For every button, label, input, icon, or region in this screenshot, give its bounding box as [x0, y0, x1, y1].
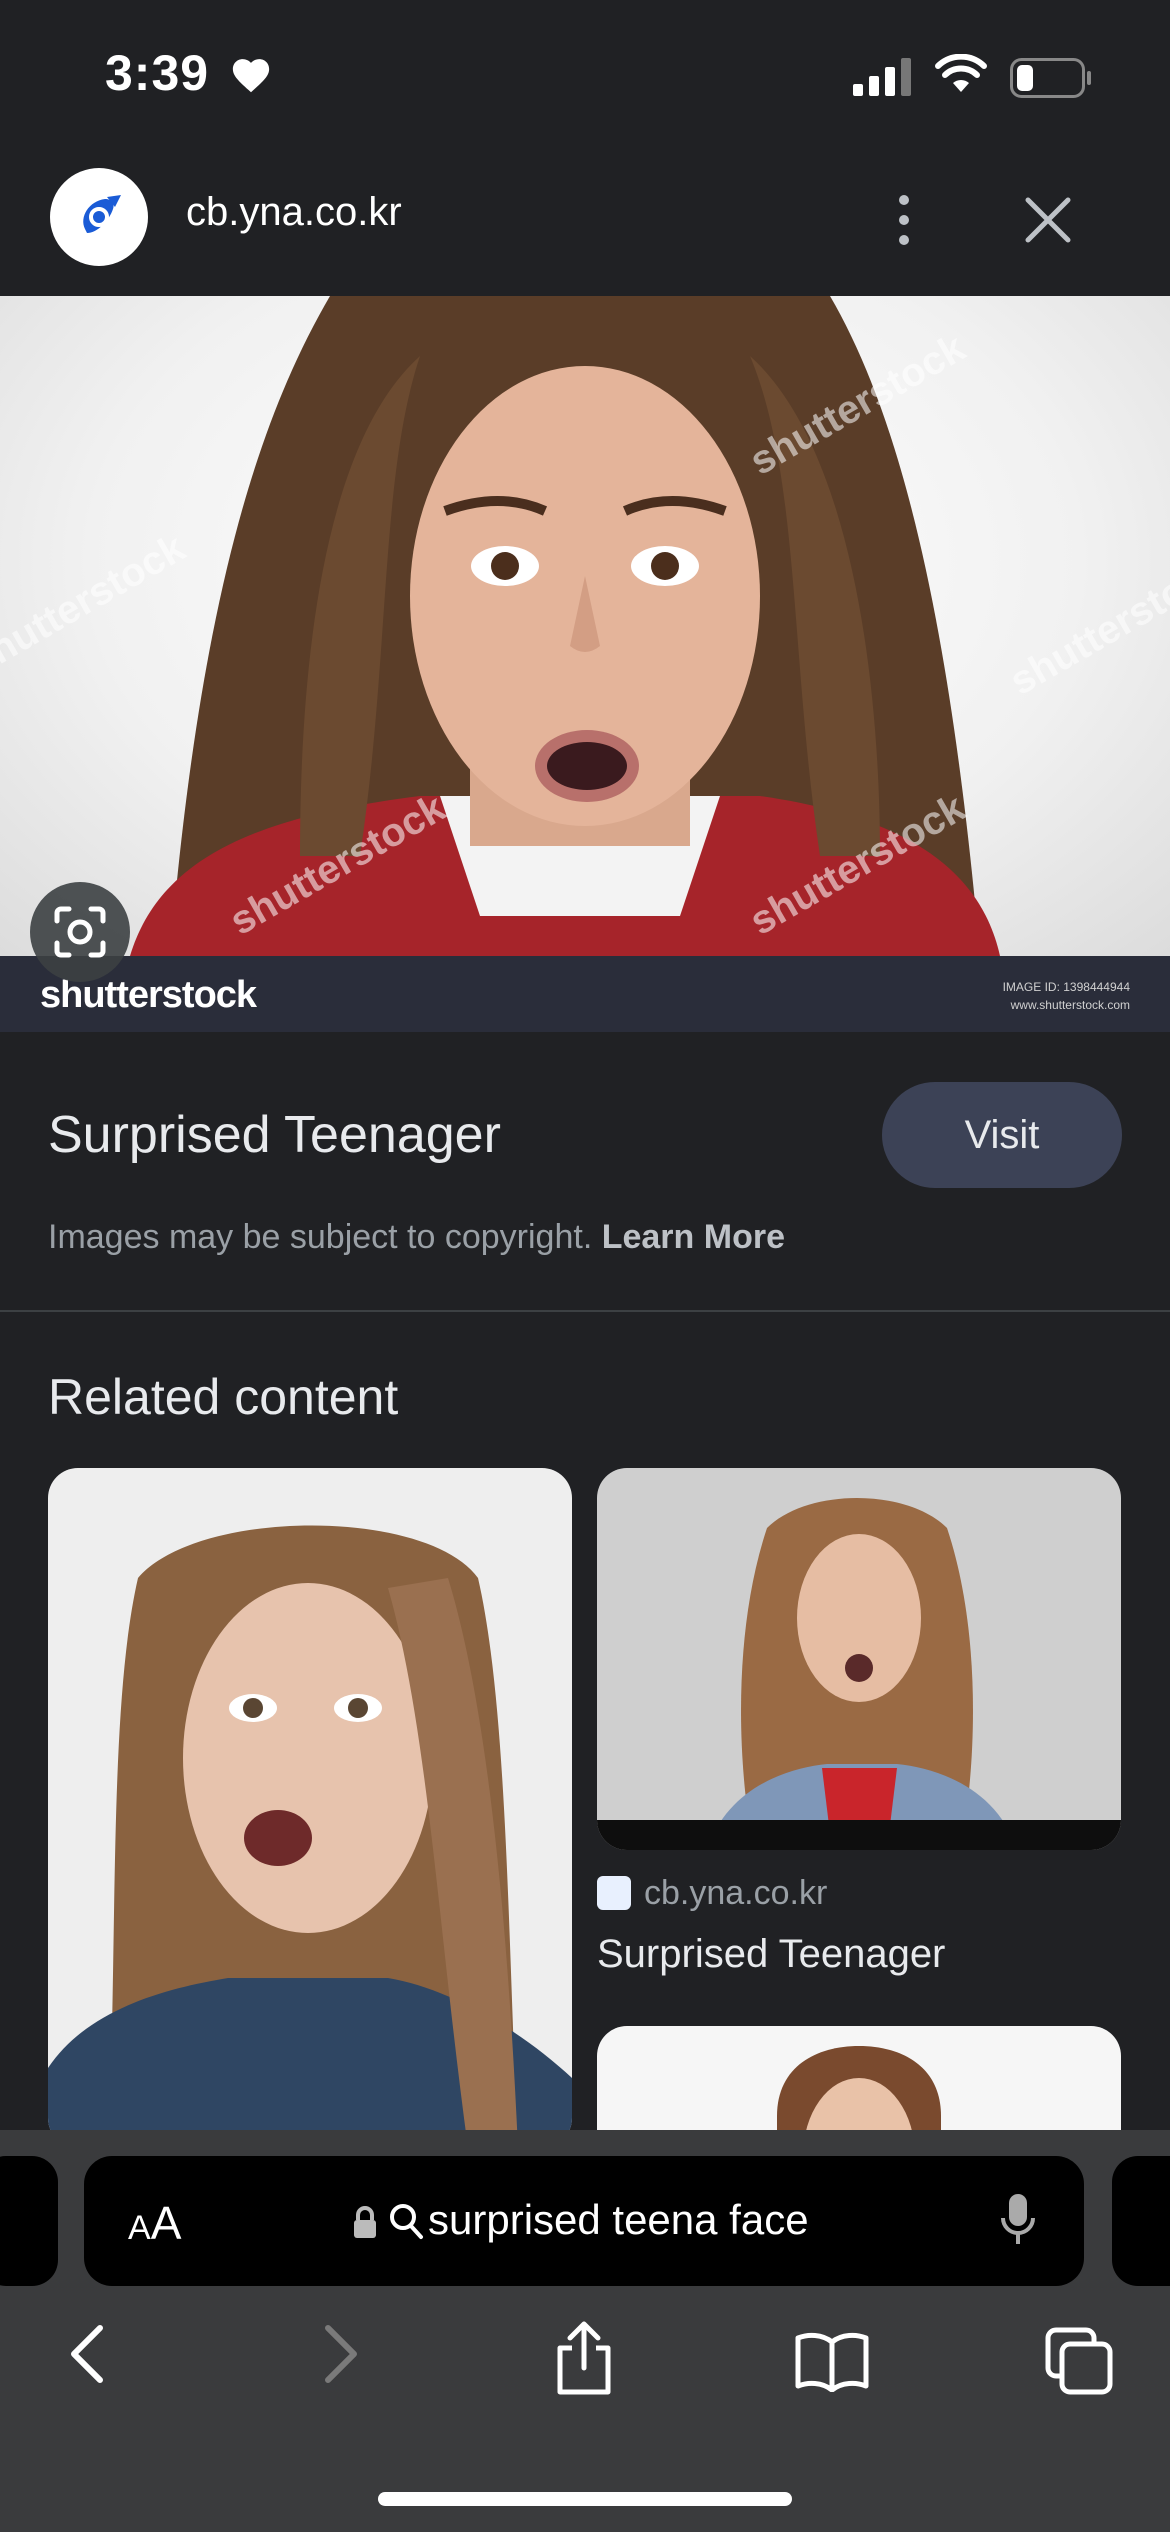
- related-title[interactable]: Surprised Teenager: [597, 1932, 945, 1977]
- previous-tab-pill[interactable]: [0, 2156, 58, 2286]
- site-url[interactable]: cb.yna.co.kr: [186, 190, 402, 235]
- next-tab-pill[interactable]: [1112, 2156, 1170, 2286]
- svg-text:shutterstock: shutterstock: [0, 525, 193, 684]
- lock-icon: [354, 2206, 376, 2238]
- microphone-icon[interactable]: [1000, 2192, 1036, 2248]
- text-size-button[interactable]: AA: [128, 2196, 181, 2250]
- back-icon[interactable]: [64, 2322, 110, 2386]
- image-id-caption: IMAGE ID: 1398444944 www.shutterstock.co…: [1003, 978, 1130, 1014]
- forward-icon[interactable]: [318, 2322, 364, 2386]
- status-time: 3:39: [105, 45, 210, 101]
- related-image-2[interactable]: [597, 1468, 1121, 1850]
- related-content-heading: Related content: [48, 1369, 399, 1425]
- tabs-icon[interactable]: [1044, 2326, 1114, 2396]
- close-icon[interactable]: [1018, 190, 1078, 250]
- image-id: 1398444944: [1063, 980, 1130, 994]
- cellular-signal-icon: [853, 58, 911, 96]
- image-id-label: IMAGE ID:: [1002, 980, 1060, 994]
- lens-icon: [54, 906, 106, 958]
- image-site: www.shutterstock.com: [1010, 998, 1130, 1012]
- more-options-icon[interactable]: [880, 190, 928, 250]
- bookmarks-icon[interactable]: [794, 2330, 870, 2392]
- lens-search-button[interactable]: [30, 882, 130, 982]
- site-favicon[interactable]: [50, 168, 148, 266]
- svg-text:shutterstock: shutterstock: [1003, 545, 1170, 704]
- copyright-text: Images may be subject to copyright.: [48, 1218, 593, 1256]
- home-indicator[interactable]: [378, 2492, 792, 2506]
- portrait-illustration: shutterstock shutterstock shutterstock s…: [0, 296, 1170, 956]
- search-query[interactable]: surprised teena face: [428, 2196, 809, 2244]
- share-icon[interactable]: [552, 2320, 616, 2396]
- divider: [0, 1310, 1170, 1312]
- text-size-large-a: A: [150, 2197, 182, 2249]
- copyright-notice: Images may be subject to copyright. Lear…: [48, 1218, 785, 1257]
- related-source[interactable]: cb.yna.co.kr: [644, 1874, 827, 1913]
- heart-icon: [232, 59, 270, 93]
- site-favicon-small-icon: [597, 1876, 631, 1910]
- related-image-2-footer: [597, 1820, 1121, 1850]
- result-image[interactable]: shutterstock shutterstock shutterstock s…: [0, 296, 1170, 956]
- wifi-icon: [935, 54, 987, 92]
- battery-icon: [1010, 58, 1091, 98]
- text-size-small-a: A: [128, 2209, 151, 2247]
- search-icon: [390, 2204, 423, 2239]
- related-portrait-2: [707, 1498, 1017, 1850]
- related-image-1[interactable]: [48, 1468, 572, 2148]
- site-logo-icon: [83, 195, 121, 233]
- learn-more-link[interactable]: Learn More: [602, 1218, 785, 1256]
- related-portrait-1: [48, 1525, 572, 2148]
- visit-button[interactable]: Visit: [882, 1082, 1122, 1188]
- result-title: Surprised Teenager: [48, 1106, 501, 1164]
